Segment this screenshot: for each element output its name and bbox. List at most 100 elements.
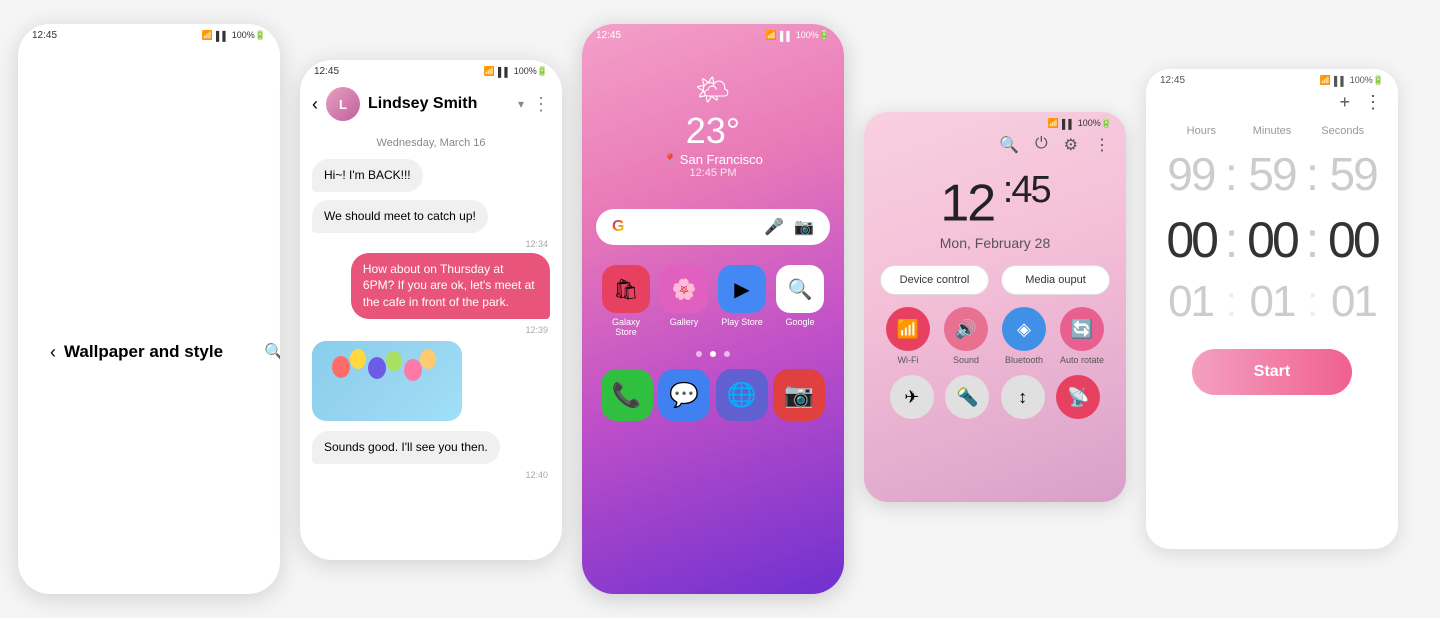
dock-messages[interactable]: 💬 [658,369,710,421]
play-store-icon: ▶ [718,265,766,313]
wifi-icon-4: 📶 [1048,118,1059,129]
rotate-label: Auto rotate [1060,355,1104,365]
quick-airplane[interactable]: ✈ [890,375,934,419]
colon-bot-1: : [1225,277,1237,327]
timer-top-m: 59 [1248,147,1295,201]
quick-icons-row2: ✈ 🔦 ↕ 📡 [864,375,1126,429]
quick-radio[interactable]: 📡 [1056,375,1100,419]
weather-time: 12:45 PM [582,167,844,179]
bubble-3: How about on Thursday at 6PM? If you are… [351,253,550,319]
arrows-circle: ↕ [1001,375,1045,419]
add-icon[interactable]: + [1339,92,1350,113]
col-minutes: Minutes [1237,125,1308,137]
message-body: Wednesday, March 16 Hi~! I'm BACK!!! We … [300,129,562,480]
quick-wifi[interactable]: 📶 Wi-Fi [884,307,932,365]
status-icons-3: 📶 ▌▌ 100%🔋 [766,30,830,41]
status-bar-4: 📶 ▌▌ 100%🔋 [864,112,1126,131]
lock-screen: 📶 ▌▌ 100%🔋 🔍 ⏻ ⚙ ⋮ 12 :45 Mon, February … [864,112,1126,502]
timer-top-h: 99 [1167,147,1214,201]
wallpaper-screen: 12:45 📶 ▌▌ 100%🔋 ‹ Wallpaper and style 🔍… [18,24,280,594]
back-icon[interactable]: ‹ [50,342,56,363]
quick-rotate[interactable]: 🔄 Auto rotate [1058,307,1106,365]
app-label-2: Gallery [670,317,699,327]
tabs-row: Device control Media ouput [864,265,1126,307]
colon-top-2: : [1306,147,1319,201]
signal-icon-5: ▌▌ [1334,76,1347,86]
more-icon-timer[interactable]: ⋮ [1364,92,1382,113]
app-galaxy-store[interactable]: 🛍 Galaxy Store [602,265,650,337]
back-icon-msg[interactable]: ‹ [312,94,318,115]
wifi-icon-3: 📶 [766,30,777,41]
more-icon[interactable]: ⋮ [532,94,550,115]
timer-top-row: 99 : 59 : 59 [1146,141,1398,207]
dock-browser[interactable]: 🌐 [716,369,768,421]
tab-media-output[interactable]: Media ouput [1001,265,1110,295]
signal-icon-3: ▌▌ [780,31,793,41]
quick-sound[interactable]: 🔊 Sound [942,307,990,365]
settings-icon[interactable]: ⚙ [1064,135,1078,155]
status-bar-3: 12:45 📶 ▌▌ 100%🔋 [582,24,844,43]
camera-icon[interactable]: 📷 [794,217,814,237]
quick-arrows[interactable]: ↕ [1001,375,1045,419]
contact-name: Lindsey Smith [368,95,510,113]
timer-header: + ⋮ [1146,88,1398,121]
weather-temp: 23° [582,110,844,152]
signal-icon: ▌▌ [216,31,229,41]
more-icon-lock[interactable]: ⋮ [1094,135,1110,155]
mic-icon[interactable]: 🎤 [764,217,784,237]
app-google[interactable]: 🔍 Google [776,265,824,337]
dot-3 [724,351,730,357]
colon-top-1: : [1225,147,1238,201]
bubble-4: Sounds good. I'll see you then. [312,431,500,464]
messages-screen: 12:45 📶 ▌▌ 100%🔋 ‹ L Lindsey Smith ▾ ⋮ W… [300,60,562,560]
search-icon-lock[interactable]: 🔍 [999,135,1019,155]
app-play-store[interactable]: ▶ Play Store [718,265,766,337]
timer-main-s: 00 [1328,211,1378,269]
app-gallery[interactable]: 🌸 Gallery [660,265,708,337]
quick-flashlight[interactable]: 🔦 [945,375,989,419]
time-3: 12:45 [596,30,621,41]
quick-icons: 📶 Wi-Fi 🔊 Sound ◈ Bluetooth 🔄 Auto rotat… [864,307,1126,375]
timer-bot-s: 01 [1331,277,1376,327]
colon-main-2: : [1305,211,1319,269]
flashlight-circle: 🔦 [945,375,989,419]
app-grid: 🛍 Galaxy Store 🌸 Gallery ▶ Play Store 🔍 … [582,255,844,347]
status-icons-2: 📶 ▌▌ 100%🔋 [484,66,548,77]
weather-icon: 🌤 [582,73,844,106]
timer-bot-m: 01 [1250,277,1295,327]
google-icon: 🔍 [776,265,824,313]
app-label-1: Galaxy Store [602,317,650,337]
dock-phone[interactable]: 📞 [601,369,653,421]
battery-icon-4: 100%🔋 [1078,118,1112,129]
lock-date: Mon, February 28 [864,235,1126,265]
wallpaper-header: ‹ Wallpaper and style 🔍 [36,67,280,594]
bt-circle: ◈ [1002,307,1046,351]
date-label: Wednesday, March 16 [300,129,562,155]
status-bar-1: 12:45 📶 ▌▌ 100%🔋 [18,24,280,43]
rotate-circle: 🔄 [1060,307,1104,351]
bt-label: Bluetooth [1005,355,1043,365]
weather-widget: 🌤 23° 📍 San Francisco 12:45 PM [582,43,844,189]
sound-label: Sound [953,355,979,365]
start-button[interactable]: Start [1192,349,1352,395]
search-bar[interactable]: G 🎤 📷 [596,209,830,245]
dock-camera[interactable]: 📷 [773,369,825,421]
lock-time-colon: :45 [994,169,1049,211]
location-icon: 📍 [663,153,677,166]
google-logo: G [612,218,624,236]
status-bar-5: 12:45 📶 ▌▌ 100%🔋 [1146,69,1398,88]
lock-time: 12 :45 [864,159,1126,235]
dot-2 [710,351,716,357]
timer-screen: 12:45 📶 ▌▌ 100%🔋 + ⋮ Hours Minutes Secon… [1146,69,1398,549]
quick-bluetooth[interactable]: ◈ Bluetooth [1000,307,1048,365]
wifi-circle: 📶 [886,307,930,351]
timer-col-headers: Hours Minutes Seconds [1146,121,1398,141]
timer-top-s: 59 [1330,147,1377,201]
search-icon[interactable]: 🔍 [264,342,280,362]
power-icon[interactable]: ⏻ [1035,135,1048,155]
tab-device-control[interactable]: Device control [880,265,989,295]
status-icons-5: 📶 ▌▌ 100%🔋 [1320,75,1384,86]
signal-icon-4: ▌▌ [1062,119,1075,129]
bubble-1: Hi~! I'm BACK!!! [312,159,423,192]
chevron-down-icon: ▾ [518,97,524,111]
